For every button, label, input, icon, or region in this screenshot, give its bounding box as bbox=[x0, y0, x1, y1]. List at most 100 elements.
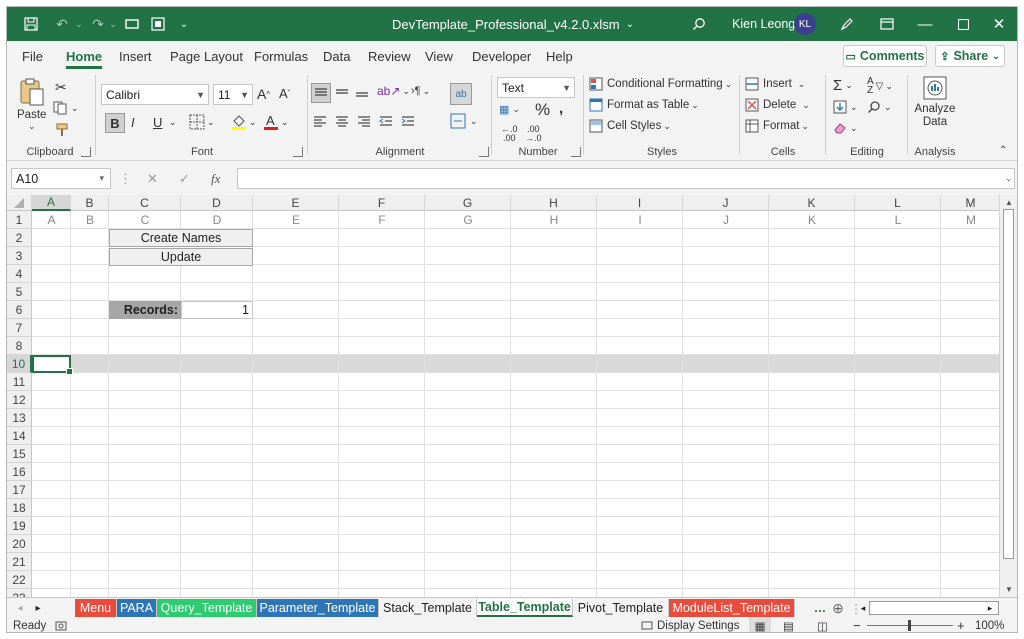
row1-cell-m[interactable]: M bbox=[941, 211, 999, 229]
cell[interactable] bbox=[71, 373, 109, 391]
cell[interactable] bbox=[71, 589, 109, 597]
cell[interactable] bbox=[32, 463, 71, 481]
cell[interactable] bbox=[339, 409, 425, 427]
cell[interactable] bbox=[683, 553, 769, 571]
tab-home[interactable]: Home bbox=[66, 41, 103, 71]
cell[interactable] bbox=[425, 229, 511, 247]
cell[interactable] bbox=[941, 499, 999, 517]
cell[interactable] bbox=[941, 247, 999, 265]
cell[interactable] bbox=[32, 445, 71, 463]
row-header-22[interactable]: 22 bbox=[7, 571, 32, 589]
row1-cell-h[interactable]: H bbox=[511, 211, 597, 229]
cell[interactable] bbox=[769, 589, 855, 597]
cell[interactable] bbox=[109, 283, 181, 301]
cell[interactable] bbox=[769, 409, 855, 427]
column-header-i[interactable]: I bbox=[597, 195, 683, 211]
cell[interactable] bbox=[425, 301, 511, 319]
insert-cells-button[interactable]: Insert ⌄ bbox=[745, 77, 805, 91]
cell[interactable] bbox=[511, 517, 597, 535]
cell[interactable] bbox=[425, 355, 511, 373]
cell[interactable] bbox=[253, 517, 339, 535]
cell[interactable] bbox=[683, 463, 769, 481]
cell[interactable] bbox=[941, 427, 999, 445]
normal-view-icon[interactable]: ▦ bbox=[749, 617, 771, 632]
cell[interactable] bbox=[597, 283, 683, 301]
cell[interactable] bbox=[511, 499, 597, 517]
expand-formula-bar-icon[interactable]: ⌄ bbox=[1005, 173, 1013, 184]
present-icon[interactable] bbox=[121, 7, 143, 41]
cell[interactable] bbox=[425, 337, 511, 355]
cell[interactable] bbox=[339, 517, 425, 535]
cell[interactable] bbox=[109, 535, 181, 553]
column-header-a[interactable]: A bbox=[32, 195, 71, 211]
cell[interactable] bbox=[425, 409, 511, 427]
cell[interactable] bbox=[181, 337, 253, 355]
borders-icon[interactable]: ⌄ bbox=[189, 114, 215, 130]
row-header-10[interactable]: 10 bbox=[7, 355, 32, 373]
cell[interactable] bbox=[181, 571, 253, 589]
top-align-icon[interactable] bbox=[311, 83, 331, 103]
cell[interactable] bbox=[32, 535, 71, 553]
cell[interactable] bbox=[683, 373, 769, 391]
cell[interactable] bbox=[683, 445, 769, 463]
format-painter-icon[interactable] bbox=[55, 123, 69, 137]
cell[interactable] bbox=[425, 391, 511, 409]
cell[interactable] bbox=[769, 301, 855, 319]
cell[interactable] bbox=[339, 535, 425, 553]
records-value[interactable]: 1 bbox=[181, 301, 253, 319]
cell[interactable] bbox=[683, 301, 769, 319]
row1-cell-e[interactable]: E bbox=[253, 211, 339, 229]
number-format-select[interactable]: Text ▼ bbox=[497, 77, 575, 98]
cell[interactable] bbox=[683, 517, 769, 535]
cell[interactable] bbox=[181, 283, 253, 301]
cell[interactable] bbox=[597, 355, 683, 373]
cell[interactable] bbox=[683, 589, 769, 597]
cell[interactable] bbox=[253, 463, 339, 481]
cell[interactable] bbox=[597, 481, 683, 499]
cell[interactable] bbox=[253, 589, 339, 597]
cell[interactable] bbox=[597, 265, 683, 283]
cell[interactable] bbox=[32, 373, 71, 391]
sheet-tab-table-template[interactable]: Table_Template bbox=[477, 599, 573, 617]
ribbon-display-icon[interactable] bbox=[869, 7, 905, 41]
cell[interactable] bbox=[597, 463, 683, 481]
cell[interactable] bbox=[597, 373, 683, 391]
cell[interactable] bbox=[109, 409, 181, 427]
vertical-scroll-thumb[interactable] bbox=[1003, 209, 1014, 559]
redo-dropdown-icon[interactable]: ⌄ bbox=[107, 7, 119, 41]
cell[interactable] bbox=[253, 337, 339, 355]
cell[interactable] bbox=[181, 319, 253, 337]
cell[interactable] bbox=[339, 337, 425, 355]
cell[interactable] bbox=[941, 589, 999, 597]
cell[interactable] bbox=[855, 463, 941, 481]
decrease-indent-icon[interactable] bbox=[379, 115, 393, 127]
accessibility-icon[interactable] bbox=[55, 617, 67, 632]
cell[interactable] bbox=[32, 247, 71, 265]
cell[interactable] bbox=[769, 337, 855, 355]
collapse-ribbon-icon[interactable]: ⌃ bbox=[999, 145, 1007, 156]
cell[interactable] bbox=[71, 247, 109, 265]
cell[interactable] bbox=[109, 265, 181, 283]
cell[interactable] bbox=[855, 283, 941, 301]
cell[interactable] bbox=[683, 355, 769, 373]
cell[interactable] bbox=[425, 517, 511, 535]
cell[interactable] bbox=[425, 319, 511, 337]
cell[interactable] bbox=[511, 481, 597, 499]
zoom-level[interactable]: 100% bbox=[975, 617, 1004, 632]
cell[interactable] bbox=[181, 373, 253, 391]
fill-icon[interactable]: ⌄ bbox=[833, 100, 858, 114]
cell[interactable] bbox=[425, 535, 511, 553]
cell[interactable] bbox=[511, 391, 597, 409]
window-title[interactable]: DevTemplate_Professional_v4.2.0.xlsm bbox=[392, 17, 620, 32]
format-cells-button[interactable]: Format ⌄ bbox=[745, 119, 809, 133]
row-header-8[interactable]: 8 bbox=[7, 337, 32, 355]
row1-cell-g[interactable]: G bbox=[425, 211, 511, 229]
cell[interactable] bbox=[32, 301, 71, 319]
cell[interactable] bbox=[597, 517, 683, 535]
cell[interactable] bbox=[511, 247, 597, 265]
row1-cell-d[interactable]: D bbox=[181, 211, 253, 229]
name-box[interactable]: A10 ▾ bbox=[11, 168, 111, 189]
font-name-select[interactable]: Calibri ▼ bbox=[101, 84, 209, 105]
row-header-14[interactable]: 14 bbox=[7, 427, 32, 445]
horizontal-scrollbar[interactable] bbox=[869, 601, 999, 615]
